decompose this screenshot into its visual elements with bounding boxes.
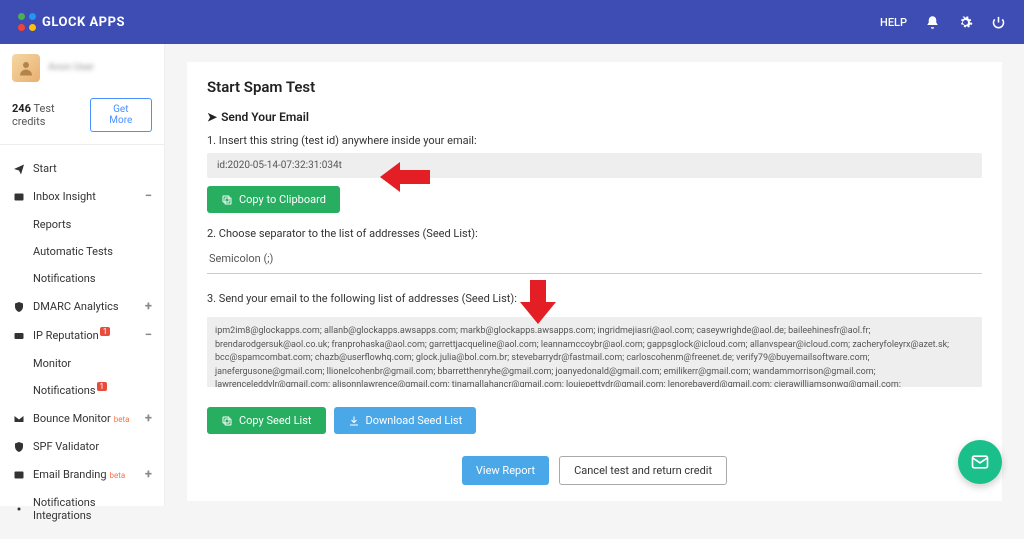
main-content: Start Spam Test ➤Send Your Email 1. Inse… <box>165 44 1024 506</box>
copy-icon <box>221 415 233 427</box>
sidebar-item-monitor[interactable]: Monitor <box>0 350 164 377</box>
step3-label: 3. Send your email to the following list… <box>207 292 982 305</box>
paper-plane-icon <box>12 162 25 175</box>
step2-label: 2. Choose separator to the list of addre… <box>207 227 982 240</box>
copy-seed-button[interactable]: Copy Seed List <box>207 407 326 434</box>
collapse-icon: − <box>145 189 152 204</box>
check-shield-icon <box>12 440 25 453</box>
help-link[interactable]: HELP <box>880 16 907 29</box>
bell-icon[interactable] <box>925 15 940 30</box>
badge-icon: 1 <box>100 327 111 336</box>
logo-icon <box>18 13 36 31</box>
gear-icon <box>12 503 25 516</box>
avatar <box>12 54 40 82</box>
sidebar-item-inbox-insight[interactable]: Inbox Insight− <box>0 182 164 211</box>
top-navbar: GLOCK APPS HELP <box>0 0 1024 44</box>
sidebar-item-notif-integrations[interactable]: Notifications Integrations <box>0 489 164 529</box>
power-icon[interactable] <box>991 15 1006 30</box>
envelope-icon <box>12 412 25 425</box>
step1-label: 1. Insert this string (test id) anywhere… <box>207 134 982 147</box>
seed-list-textarea[interactable] <box>207 317 982 387</box>
test-id-field[interactable]: id:2020-05-14-07:32:31:034t <box>207 153 982 178</box>
sidebar-item-notifications[interactable]: Notifications <box>0 265 164 292</box>
sidebar-item-dmarc[interactable]: DMARC Analytics+ <box>0 292 164 321</box>
sidebar-item-bounce[interactable]: Bounce Monitorbeta+ <box>0 404 164 433</box>
inbox-icon <box>12 190 25 203</box>
section-title: ➤Send Your Email <box>207 110 982 124</box>
expand-icon: + <box>145 411 152 426</box>
send-icon: ➤ <box>207 110 217 124</box>
chat-fab[interactable] <box>958 440 1002 484</box>
download-icon <box>348 415 360 427</box>
page-title: Start Spam Test <box>207 78 982 96</box>
expand-icon: + <box>145 299 152 314</box>
cancel-test-button[interactable]: Cancel test and return credit <box>559 456 727 485</box>
sidebar-item-automatic-tests[interactable]: Automatic Tests <box>0 238 164 265</box>
download-seed-button[interactable]: Download Seed List <box>334 407 477 434</box>
sidebar-item-ip-reputation[interactable]: IP Reputation1− <box>0 321 164 350</box>
badge-icon: 1 <box>97 382 108 391</box>
credits-count: 246 <box>12 102 31 115</box>
sidebar-item-email-branding[interactable]: Email Brandingbeta+ <box>0 460 164 489</box>
expand-icon: + <box>145 467 152 482</box>
shield-icon <box>12 300 25 313</box>
copy-icon <box>221 194 233 206</box>
logo[interactable]: GLOCK APPS <box>18 13 125 31</box>
sidebar-item-reports[interactable]: Reports <box>0 211 164 238</box>
sidebar-item-spf[interactable]: SPF Validator <box>0 433 164 460</box>
gear-icon[interactable] <box>958 15 973 30</box>
separator-select[interactable] <box>207 246 982 274</box>
mail-icon <box>970 452 990 472</box>
copy-clipboard-button[interactable]: Copy to Clipboard <box>207 186 340 213</box>
annotation-arrow-1 <box>380 162 430 192</box>
view-report-button[interactable]: View Report <box>462 456 549 485</box>
sidebar: Anon User 246 Test credits Get More Star… <box>0 44 165 506</box>
annotation-arrow-2 <box>520 280 556 324</box>
collapse-icon: − <box>145 328 152 343</box>
user-name: Anon User <box>48 62 94 74</box>
user-block[interactable]: Anon User <box>0 44 164 92</box>
mail-icon <box>12 468 25 481</box>
credits-row: 246 Test credits Get More <box>0 92 164 145</box>
get-more-button[interactable]: Get More <box>90 98 152 132</box>
sidebar-item-notifications-2[interactable]: Notifications1 <box>0 377 164 404</box>
ip-icon <box>12 329 25 342</box>
sidebar-item-start[interactable]: Start <box>0 155 164 182</box>
brand-text: GLOCK APPS <box>42 15 125 30</box>
